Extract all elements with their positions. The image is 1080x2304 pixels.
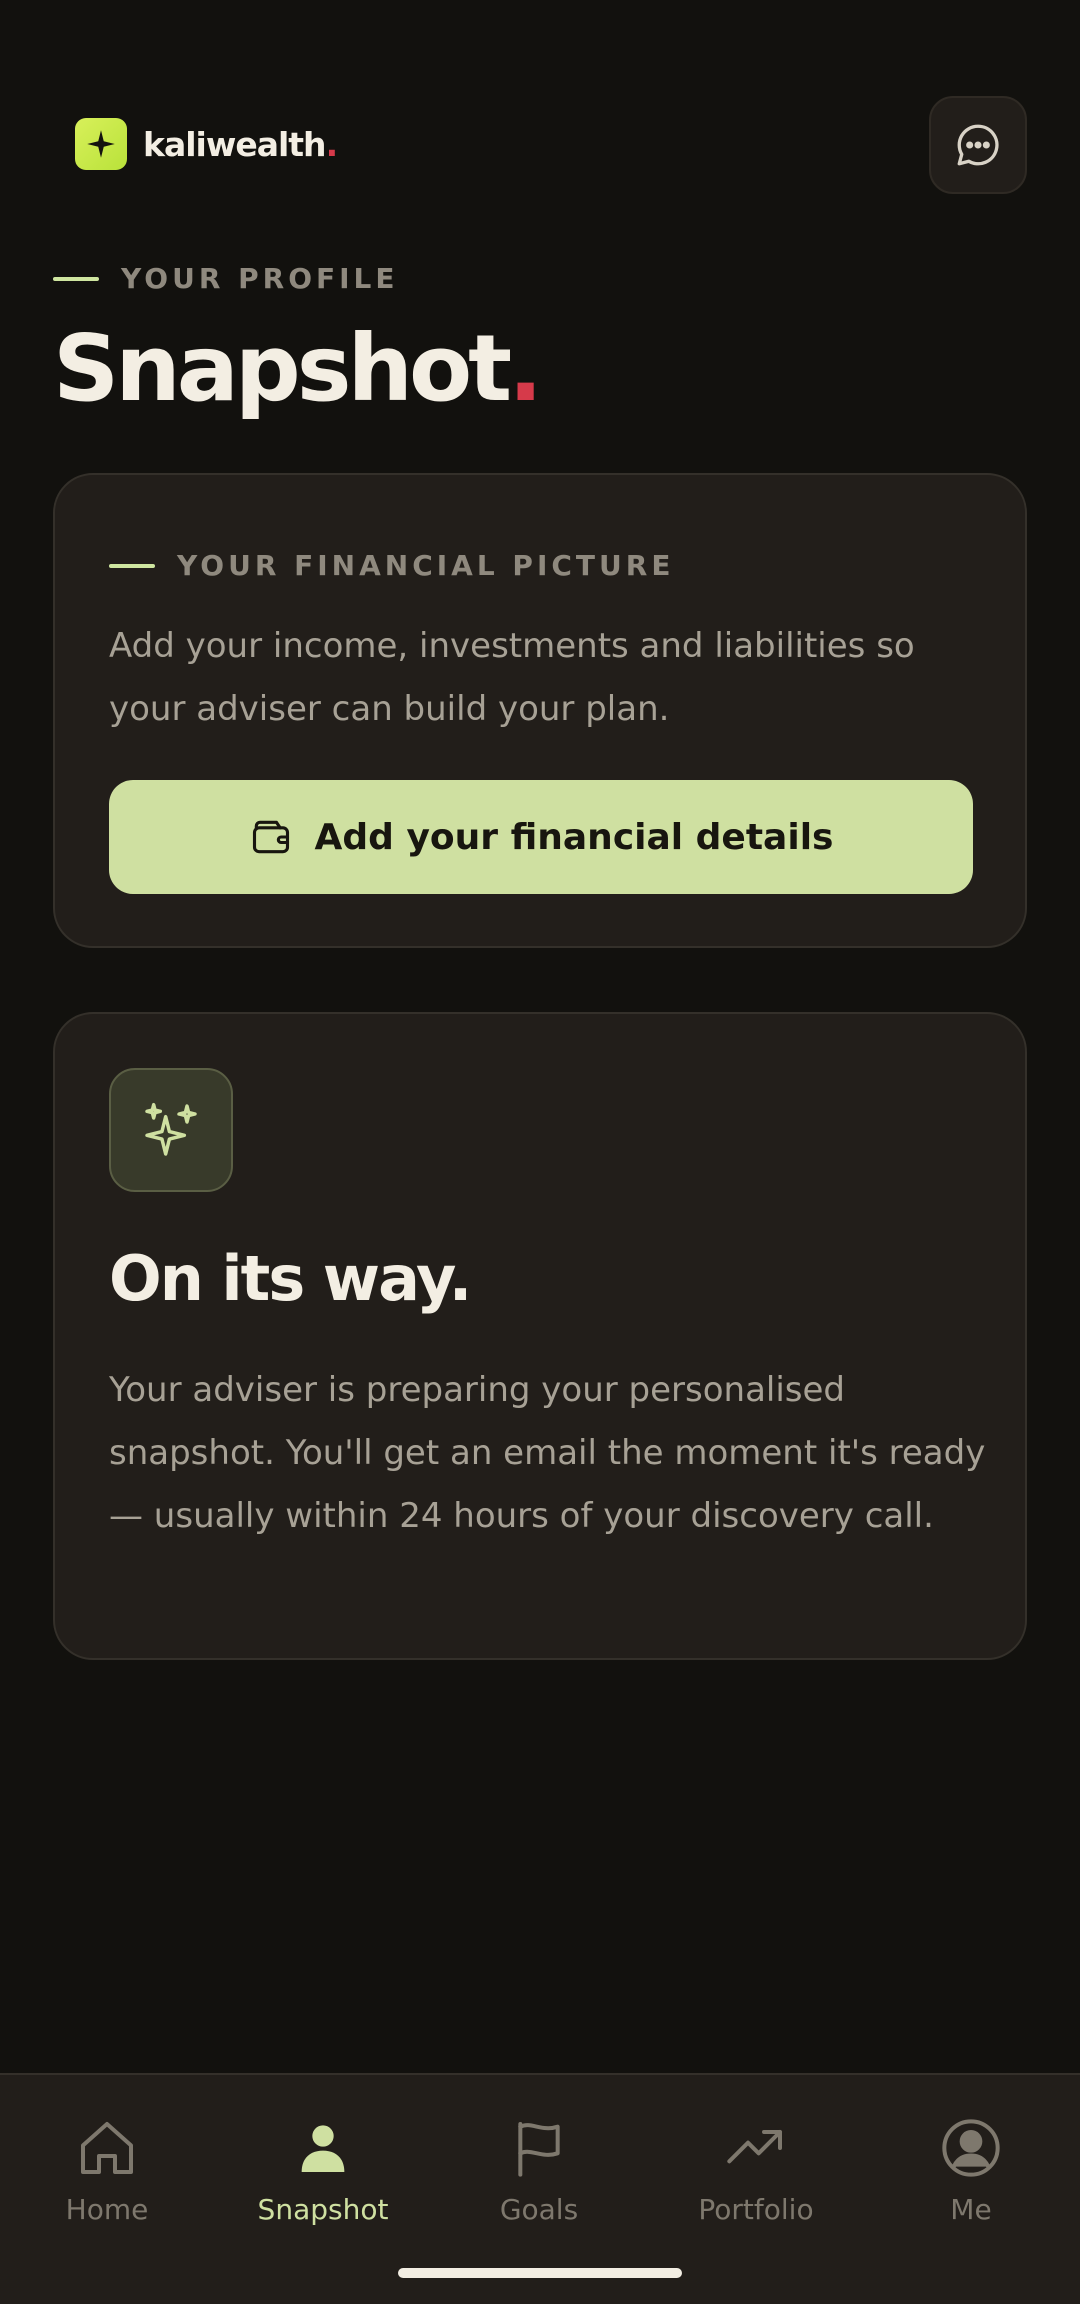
- card-eyebrow: YOUR FINANCIAL PICTURE: [109, 549, 674, 582]
- financial-picture-card: YOUR FINANCIAL PICTURE Add your income, …: [53, 473, 1027, 948]
- eyebrow-label: YOUR PROFILE: [121, 262, 399, 295]
- snapshot-status-card: On its way. Your adviser is preparing yo…: [53, 1012, 1027, 1660]
- profile-eyebrow: YOUR PROFILE: [53, 262, 399, 295]
- flag-icon: [507, 2113, 571, 2183]
- tab-goals[interactable]: Goals: [449, 2113, 629, 2243]
- status-description: Your adviser is preparing your personali…: [109, 1370, 986, 1536]
- home-icon: [75, 2113, 139, 2183]
- status-title: On its way.: [109, 1242, 472, 1315]
- eyebrow-label: YOUR FINANCIAL PICTURE: [177, 549, 675, 582]
- tab-me[interactable]: Me: [881, 2113, 1061, 2243]
- wallet-icon: [249, 815, 293, 859]
- tab-portfolio[interactable]: Portfolio: [666, 2113, 846, 2243]
- trending-up-icon: [724, 2113, 788, 2183]
- eyebrow-line: [53, 276, 99, 281]
- chat-bubble-icon: [953, 120, 1003, 170]
- tab-label: Goals: [499, 2193, 579, 2226]
- eyebrow-line: [109, 563, 155, 568]
- chat-button[interactable]: [929, 96, 1027, 194]
- tab-label: Snapshot: [257, 2193, 389, 2226]
- brand-logo[interactable]: kaliwealth.: [75, 118, 338, 170]
- card-description: Add your income, investments and liabili…: [109, 626, 915, 729]
- brand-name: kaliwealth.: [143, 124, 338, 164]
- tab-label: Home: [65, 2193, 149, 2226]
- user-circle-icon: [939, 2113, 1003, 2183]
- tab-home[interactable]: Home: [17, 2113, 197, 2243]
- page-title: Snapshot.: [53, 315, 543, 422]
- home-indicator[interactable]: [398, 2268, 682, 2278]
- tab-label: Me: [950, 2193, 992, 2226]
- add-financial-details-button[interactable]: Add your financial details: [109, 780, 973, 894]
- sparkle-icon: [75, 118, 127, 170]
- button-label: Add your financial details: [314, 816, 834, 858]
- sparkles-icon: [109, 1068, 233, 1192]
- person-icon: [291, 2113, 355, 2183]
- tab-label: Portfolio: [698, 2193, 814, 2226]
- snapshot-screen: kaliwealth. YOUR PROFILE Snapshot. YOUR …: [0, 0, 1080, 2304]
- tab-snapshot[interactable]: Snapshot: [233, 2113, 413, 2243]
